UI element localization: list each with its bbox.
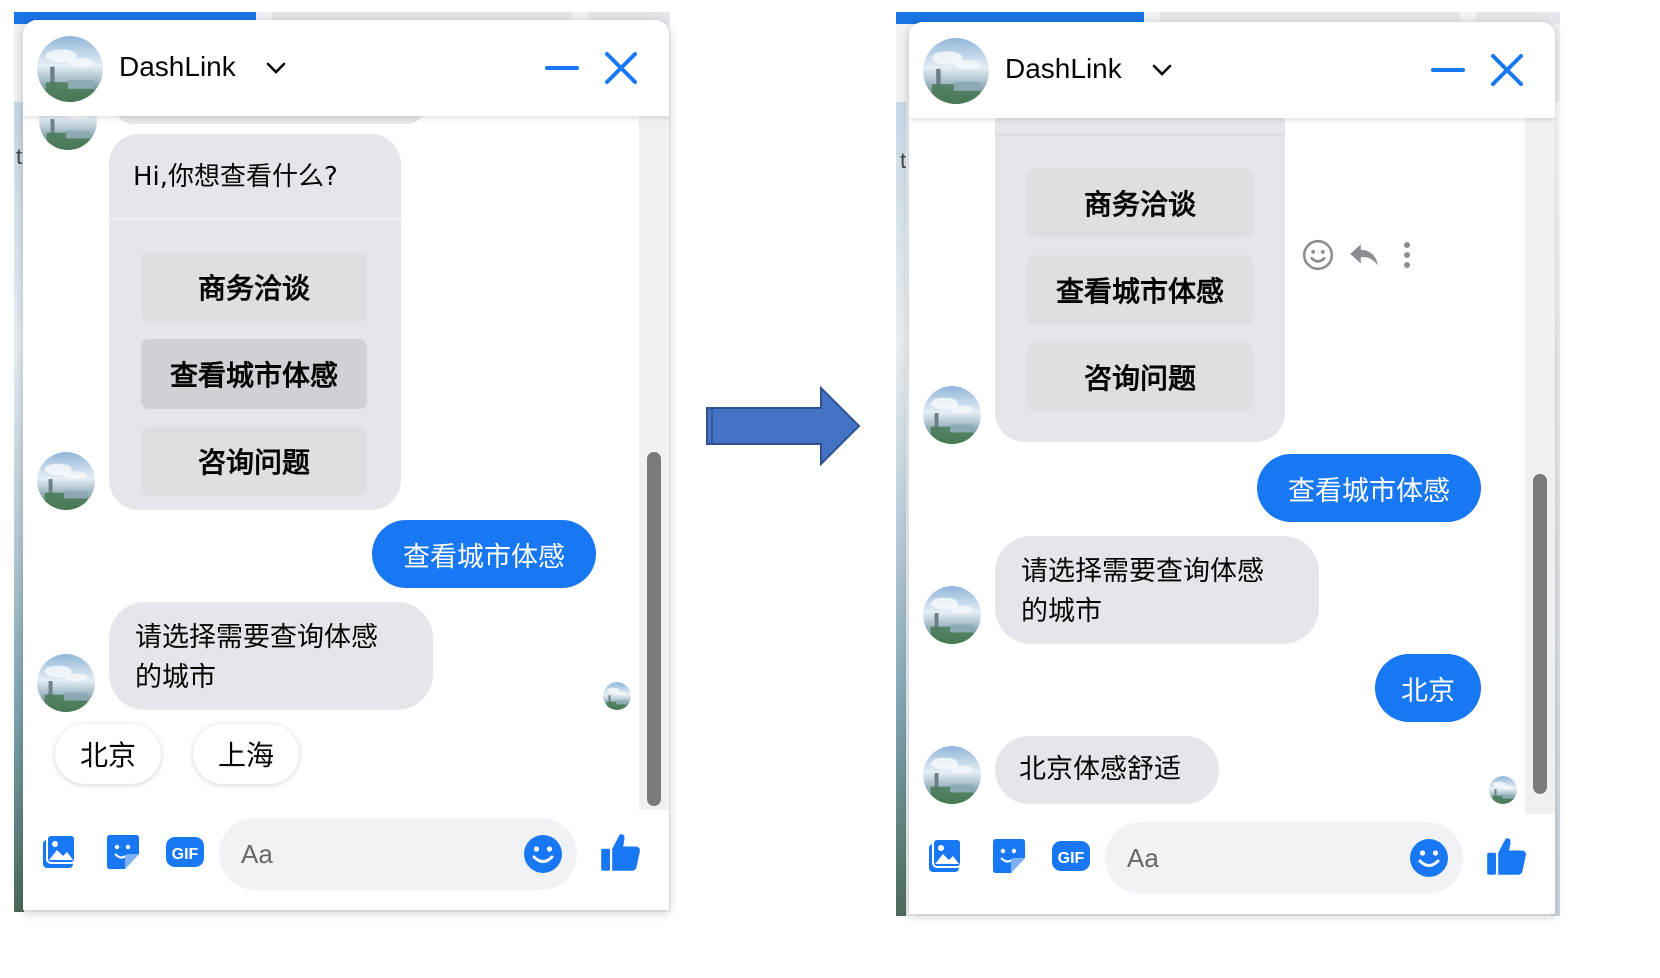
menu-button-city-feel[interactable]: 查看城市体感 [141, 339, 367, 409]
left-background-letter: t [16, 144, 23, 169]
svg-text:GIF: GIF [172, 846, 199, 863]
menu-button-city-feel[interactable]: 查看城市体感 [1027, 255, 1253, 325]
quick-reply-beijing[interactable]: 北京 [55, 724, 161, 784]
chat-header: DashLink [909, 22, 1555, 118]
user-message: 北京 [1375, 654, 1481, 722]
message-input-pill[interactable] [219, 818, 577, 890]
message-input[interactable] [241, 830, 481, 878]
chevron-down-icon[interactable] [265, 60, 287, 76]
header-avatar[interactable] [923, 38, 989, 104]
bot-message: 请选择需要查询体感 的城市 [995, 536, 1319, 644]
thumbs-up-icon[interactable] [599, 830, 643, 874]
user-message: 查看城市体感 [372, 520, 596, 588]
transition-arrow [706, 386, 861, 466]
bot-avatar [39, 116, 97, 150]
bot-avatar [923, 586, 981, 644]
bot-avatar [37, 654, 95, 712]
close-icon[interactable] [603, 50, 639, 86]
reply-arrow-icon[interactable] [1347, 238, 1381, 272]
scrollbar-thumb[interactable] [647, 452, 661, 806]
menu-button-business[interactable]: 商务洽谈 [1027, 168, 1253, 238]
minimize-icon[interactable] [545, 63, 579, 73]
emoji-icon[interactable] [1409, 838, 1449, 878]
menu-button-questions[interactable]: 咨询问题 [1027, 342, 1253, 412]
message-input-pill[interactable] [1105, 822, 1463, 894]
react-emoji-icon[interactable] [1301, 238, 1335, 272]
menu-button-questions[interactable]: 咨询问题 [141, 426, 367, 496]
bot-avatar [923, 746, 981, 804]
gif-icon[interactable]: GIF [165, 832, 205, 872]
quick-reply-shanghai[interactable]: 上海 [193, 724, 299, 784]
photo-icon[interactable] [39, 832, 79, 872]
minimize-icon[interactable] [1431, 65, 1465, 75]
message-list[interactable]: 商务洽谈 查看城市体感 咨询问题 查看城市体感 请选择需要查询体感 的城市 北京… [909, 118, 1555, 814]
bot-message: 北京体感舒适 [995, 736, 1219, 804]
composer-bar: GIF [23, 810, 669, 910]
bot-message: 请选择需要查询体感 的城市 [109, 602, 433, 710]
message-actions [1301, 236, 1431, 276]
right-background-letter: t [900, 148, 907, 173]
photo-icon[interactable] [925, 836, 965, 876]
scrollbar-thumb[interactable] [1533, 474, 1547, 794]
close-icon[interactable] [1489, 52, 1525, 88]
gif-icon[interactable]: GIF [1051, 836, 1091, 876]
bot-avatar [37, 452, 95, 510]
left-chat-window: DashLink Hi,你想查看什么? 商务洽谈 查看城市体感 咨询问题 查看城… [23, 20, 669, 910]
sticker-icon[interactable] [989, 836, 1029, 876]
previous-message-fragment [115, 116, 425, 124]
scrollbar-track[interactable] [639, 116, 669, 810]
right-background-image-strip [896, 102, 906, 916]
seen-receipt-avatar [603, 682, 631, 710]
message-input[interactable] [1127, 834, 1367, 882]
composer-bar: GIF [909, 814, 1555, 914]
chat-contact-name[interactable]: DashLink [119, 51, 236, 83]
more-vertical-icon[interactable] [1399, 238, 1415, 272]
seen-receipt-avatar [1489, 776, 1517, 804]
bot-menu-card: Hi,你想查看什么? 商务洽谈 查看城市体感 咨询问题 [109, 134, 401, 510]
sticker-icon[interactable] [103, 832, 143, 872]
user-message: 查看城市体感 [1257, 454, 1481, 522]
message-list[interactable]: Hi,你想查看什么? 商务洽谈 查看城市体感 咨询问题 查看城市体感 请选择需要… [23, 116, 669, 810]
right-chat-window: DashLink 商务洽谈 查看城市体感 咨询问题 查看城市体感 请选择需要查询… [909, 22, 1555, 914]
menu-button-business[interactable]: 商务洽谈 [141, 252, 367, 322]
emoji-icon[interactable] [523, 834, 563, 874]
chevron-down-icon[interactable] [1151, 62, 1173, 78]
bot-menu-card: 商务洽谈 查看城市体感 咨询问题 [995, 118, 1285, 442]
header-avatar[interactable] [37, 36, 103, 102]
scrollbar-track[interactable] [1525, 118, 1555, 814]
svg-text:GIF: GIF [1058, 850, 1085, 867]
thumbs-up-icon[interactable] [1485, 834, 1529, 878]
bot-avatar [923, 386, 981, 444]
chat-header: DashLink [23, 20, 669, 116]
bot-card-title: Hi,你想查看什么? [133, 162, 338, 192]
chat-contact-name[interactable]: DashLink [1005, 53, 1122, 85]
